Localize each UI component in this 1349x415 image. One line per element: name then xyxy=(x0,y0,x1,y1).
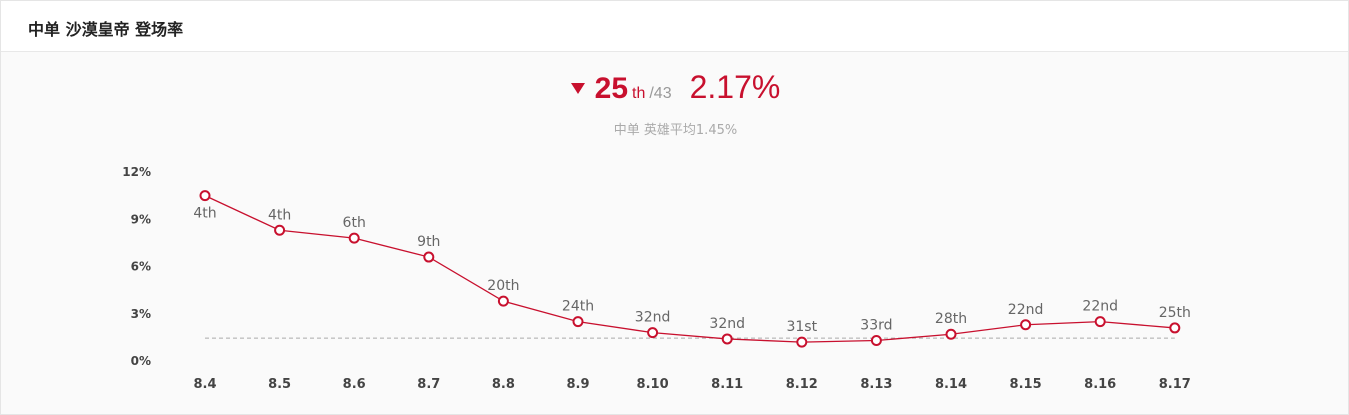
data-label: 28th xyxy=(935,311,967,327)
data-point xyxy=(274,224,286,236)
x-tick-label: 8.13 xyxy=(860,377,892,392)
data-label: 32nd xyxy=(709,316,745,332)
rank-summary: 25 th /43 2.17% xyxy=(1,69,1349,109)
y-tick-label: 3% xyxy=(131,307,151,321)
x-tick-label: 8.12 xyxy=(786,377,818,392)
data-point xyxy=(945,328,957,340)
y-tick-label: 6% xyxy=(131,260,151,274)
x-tick-label: 8.10 xyxy=(637,377,669,392)
rank-value: 25 xyxy=(594,72,629,105)
data-label: 33rd xyxy=(860,318,892,334)
x-tick-label: 8.9 xyxy=(566,377,589,392)
data-point xyxy=(348,232,360,244)
x-tick-label: 8.6 xyxy=(343,377,366,392)
y-tick-label: 0% xyxy=(131,354,151,368)
data-point xyxy=(1094,316,1106,328)
data-label: 32nd xyxy=(635,310,671,326)
data-label: 24th xyxy=(562,299,594,315)
x-tick-label: 8.17 xyxy=(1159,377,1191,392)
x-tick-label: 8.11 xyxy=(711,377,743,392)
data-point xyxy=(572,316,584,328)
data-point xyxy=(199,190,211,202)
average-text: 中单 英雄平均1.45% xyxy=(613,123,738,138)
x-tick-label: 8.4 xyxy=(193,377,216,392)
x-tick-label: 8.16 xyxy=(1084,377,1116,392)
data-label: 4th xyxy=(268,207,291,223)
y-tick-label: 9% xyxy=(131,212,151,226)
x-tick-label: 8.8 xyxy=(492,377,515,392)
rank-suffix: th xyxy=(632,85,646,102)
data-point xyxy=(1020,319,1032,331)
data-label: 9th xyxy=(417,234,440,250)
data-point xyxy=(721,333,733,345)
data-point xyxy=(497,295,509,307)
data-label: 22nd xyxy=(1008,302,1044,318)
x-tick-label: 8.7 xyxy=(417,377,440,392)
page-title: 中单 沙漠皇帝 登场率 xyxy=(28,20,184,39)
x-tick-label: 8.5 xyxy=(268,377,291,392)
y-tick-label: 12% xyxy=(122,165,151,179)
card-header: 中单 沙漠皇帝 登场率 xyxy=(1,1,1348,52)
data-point xyxy=(796,336,808,348)
data-point xyxy=(1169,322,1181,334)
data-label: 25th xyxy=(1159,305,1191,321)
data-label: 4th xyxy=(193,206,216,222)
data-label: 20th xyxy=(487,278,519,294)
data-label: 31st xyxy=(786,319,817,335)
data-label: 22nd xyxy=(1082,299,1118,315)
trend-down-icon xyxy=(570,83,585,94)
data-point xyxy=(647,327,659,339)
pick-rate-value: 2.17% xyxy=(689,69,781,105)
chart-card: 中单 沙漠皇帝 登场率 25 th /43 2.17% 中单 英雄平均1.45%… xyxy=(0,0,1349,415)
data-point xyxy=(423,251,435,263)
line-chart: 12% 9% 6% 3% 0% 8.4 8.5 8.6 8.7 8.8 8.9 8.10 8.11 8.1… xyxy=(122,165,1191,392)
data-label: 6th xyxy=(343,215,366,231)
data-point xyxy=(870,335,882,347)
rank-total: /43 xyxy=(649,85,672,102)
x-tick-label: 8.14 xyxy=(935,377,967,392)
x-tick-label: 8.15 xyxy=(1010,377,1042,392)
